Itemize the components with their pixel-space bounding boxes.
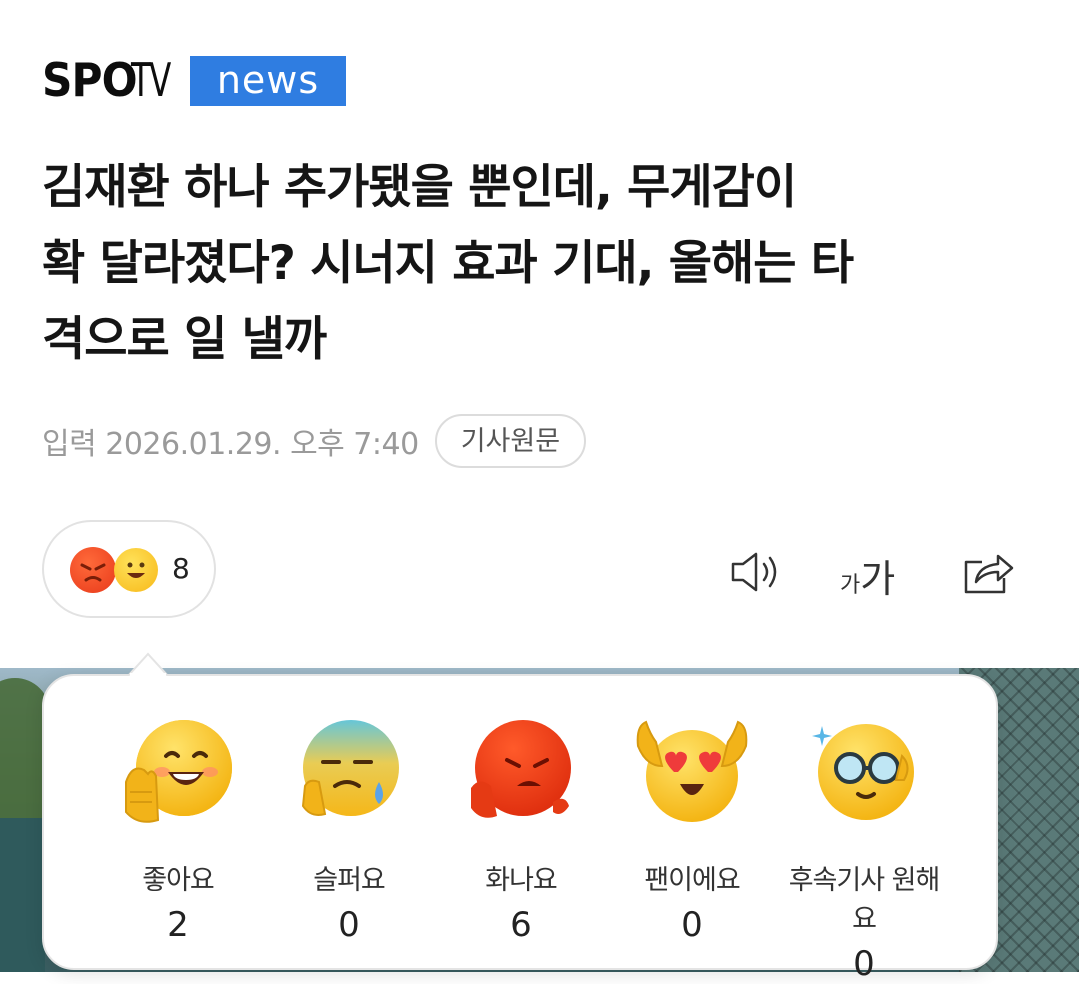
article-title-line: 김재환 하나 추가됐을 뿐인데, 무게감이 — [42, 160, 797, 215]
heart-eyes-emoji-icon — [632, 716, 752, 836]
angry-emoji-icon — [461, 716, 581, 836]
reaction-count: 0 — [853, 944, 875, 984]
reaction-popover: 좋아요 2 슬퍼요 0 화나요 6 팬이에요 0 후속기사 원해요 0 — [42, 674, 998, 984]
logo-spo-text: SPO — [42, 53, 138, 107]
thumbs-up-emoji-icon — [118, 716, 238, 836]
reaction-angry-button[interactable]: 화나요 6 — [436, 716, 606, 945]
reaction-count: 0 — [681, 905, 703, 945]
reaction-label: 좋아요 — [142, 865, 215, 896]
reaction-count: 2 — [167, 905, 189, 945]
logo-news-text: news — [190, 56, 346, 106]
reaction-total-count: 8 — [172, 552, 190, 585]
reaction-label: 후속기사 원해요 — [788, 865, 941, 935]
logo-tv-text: TV — [130, 53, 171, 107]
spotv-news-logo[interactable]: SPO TV news — [42, 53, 346, 107]
sad-emoji-icon — [289, 716, 409, 836]
article-title: 김재환 하나 추가됐을 뿐인데, 무게감이 확 달라졌다? 시너지 효과 기대,… — [42, 150, 1052, 378]
reaction-label: 슬퍼요 — [313, 865, 386, 896]
reaction-count: 0 — [338, 905, 360, 945]
font-size-small-label: 가 — [840, 573, 861, 598]
article-title-line: 확 달라졌다? 시너지 효과 기대, 올해는 타 — [42, 236, 854, 291]
reaction-want-followup-button[interactable]: 후속기사 원해요 0 — [779, 716, 949, 984]
reaction-summary-button[interactable]: 8 — [42, 520, 216, 618]
reaction-label: 팬이에요 — [644, 865, 740, 896]
speaker-icon[interactable] — [728, 546, 786, 598]
reaction-count: 6 — [510, 905, 532, 945]
popover-arrow — [128, 652, 168, 676]
reaction-fan-button[interactable]: 팬이에요 0 — [607, 716, 777, 945]
original-article-button[interactable]: 기사원문 — [434, 414, 587, 468]
reaction-like-button[interactable]: 좋아요 2 — [93, 716, 263, 945]
article-title-line: 격으로 일 낼까 — [42, 312, 327, 367]
font-size-big-label: 가 — [860, 557, 896, 601]
article-meta: 입력 2026.01.29. 오후 7:40 기사원문 — [42, 412, 587, 470]
angry-emoji-icon — [70, 547, 116, 593]
reaction-sad-button[interactable]: 슬퍼요 0 — [264, 716, 434, 945]
reaction-label: 화나요 — [485, 865, 558, 896]
publish-date: 입력 2026.01.29. 오후 7:40 — [42, 427, 419, 462]
happy-emoji-icon — [114, 548, 158, 592]
glasses-emoji-icon — [804, 716, 924, 836]
font-size-button[interactable]: 가가 — [840, 548, 895, 603]
share-icon[interactable] — [960, 546, 1016, 598]
